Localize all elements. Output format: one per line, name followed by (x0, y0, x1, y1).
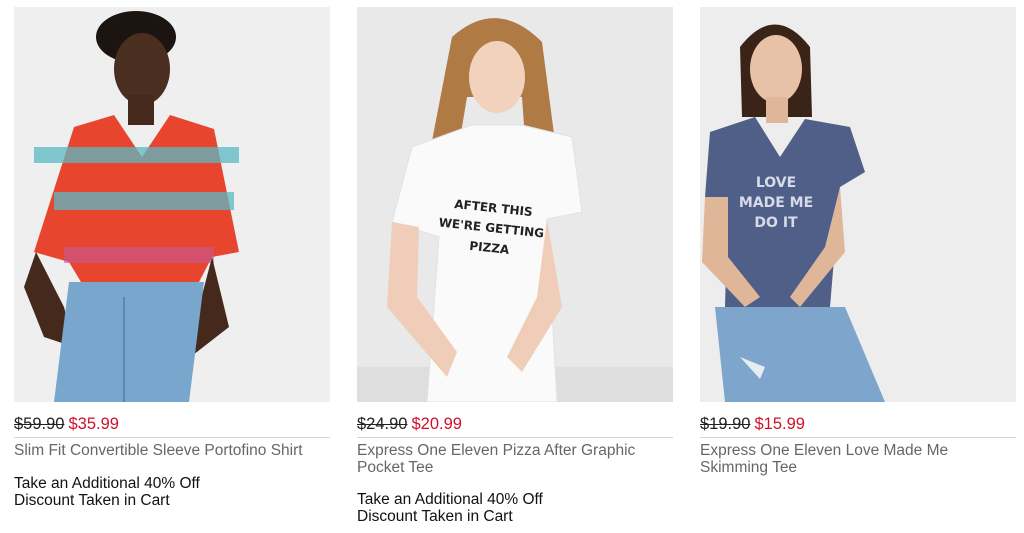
promo-line: Take an Additional 40% Off (14, 475, 200, 492)
product-name-link[interactable]: Express One Eleven Love Made Me Skimming… (700, 442, 1018, 476)
divider (357, 437, 673, 438)
promo-line: Discount Taken in Cart (14, 492, 170, 509)
shirt-graphic-text: MADE ME (739, 195, 813, 211)
shirt-graphic-text: LOVE (756, 175, 796, 191)
price-row: $59.90 $35.99 (14, 414, 119, 434)
original-price: $59.90 (14, 415, 65, 433)
promo-line: Take an Additional 40% Off (357, 491, 543, 508)
price-row: $19.90 $15.99 (700, 414, 805, 434)
product-name-link[interactable]: Slim Fit Convertible Sleeve Portofino Sh… (14, 442, 332, 459)
promo-text: Take an Additional 40% Off Discount Take… (357, 491, 543, 525)
product-image[interactable]: LOVE MADE ME DO IT (700, 7, 1016, 402)
price-row: $24.90 $20.99 (357, 414, 462, 434)
promo-line: Discount Taken in Cart (357, 508, 513, 525)
product-name-link[interactable]: Express One Eleven Pizza After Graphic P… (357, 442, 675, 476)
sale-price: $20.99 (411, 415, 462, 433)
product-image[interactable]: AFTER THIS WE'RE GETTING PIZZA (357, 7, 673, 402)
sale-price: $35.99 (68, 415, 119, 433)
product-image[interactable] (14, 7, 330, 402)
sale-price: $15.99 (754, 415, 805, 433)
promo-text: Take an Additional 40% Off Discount Take… (14, 475, 200, 509)
shirt-graphic-text: DO IT (754, 215, 798, 231)
original-price: $24.90 (357, 415, 408, 433)
divider (700, 437, 1016, 438)
divider (14, 437, 330, 438)
original-price: $19.90 (700, 415, 751, 433)
